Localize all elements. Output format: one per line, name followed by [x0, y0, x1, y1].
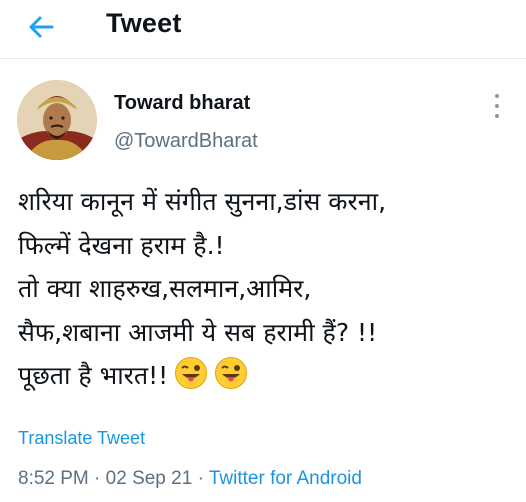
top-bar: Tweet	[0, 0, 526, 59]
tweet-line: फिल्में देखना हराम है.!	[18, 230, 225, 260]
tweet-date: 02 Sep 21	[105, 468, 193, 489]
author-name[interactable]: Toward bharat	[114, 92, 250, 115]
page-title: Tweet	[106, 8, 182, 38]
tweet-time: 8:52 PM	[18, 468, 89, 489]
translate-tweet-link[interactable]: Translate Tweet	[18, 428, 145, 449]
tweet-meta: 8:52 PM · 02 Sep 21 · Twitter for Androi…	[18, 468, 362, 490]
avatar[interactable]	[17, 80, 97, 160]
winking-tongue-emoji-icon	[215, 357, 248, 389]
tweet-line: सैफ,शबाना आजमी ये सब हरामी हैं? !!	[18, 317, 378, 347]
dot	[495, 94, 499, 98]
back-arrow-icon	[29, 16, 54, 38]
dot	[495, 104, 499, 108]
avatar-portrait-icon	[17, 80, 97, 160]
tweet-source-link[interactable]: Twitter for Android	[209, 468, 362, 489]
tweet-line: तो क्या शाहरुख,सलमान,आमिर,	[18, 274, 312, 303]
meta-separator: ·	[192, 468, 209, 489]
back-button[interactable]	[24, 10, 58, 44]
tweet-text: शरिया कानून में संगीत सुनना,डांस करना, फ…	[18, 180, 518, 398]
tweet-line: पूछता है भारत!!	[18, 361, 169, 390]
author-handle[interactable]: @TowardBharat	[114, 130, 258, 153]
more-options-button[interactable]	[490, 94, 504, 118]
meta-separator: ·	[88, 468, 106, 489]
tweet-line: शरिया कानून में संगीत सुनना,डांस करना,	[18, 187, 387, 216]
winking-tongue-emoji-icon	[175, 357, 208, 389]
tweet-line-last: पूछता है भारत!!	[18, 354, 518, 398]
dot	[495, 114, 499, 118]
